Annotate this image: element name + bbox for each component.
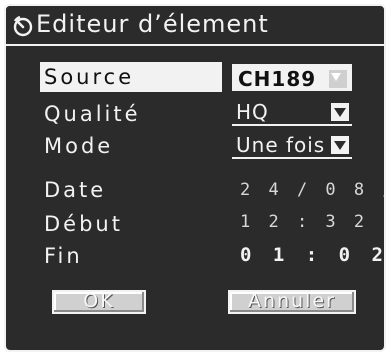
title-bar: Editeur d’élement	[6, 6, 384, 46]
start-label: Début	[44, 212, 123, 236]
date-label: Date	[44, 178, 107, 202]
end-label: Fin	[44, 244, 83, 268]
quality-value: HQ	[236, 100, 269, 124]
mode-select[interactable]: Une fois	[232, 132, 352, 159]
source-value: CH189	[238, 67, 317, 91]
chevron-down-icon[interactable]	[331, 103, 349, 121]
start-time-value[interactable]: 1 2 : 3 2	[240, 212, 368, 232]
chevron-down-icon[interactable]	[331, 136, 349, 154]
source-select[interactable]: CH189	[232, 64, 352, 91]
mode-value: Une fois	[236, 133, 326, 157]
date-value[interactable]: 2 4 / 0 8 / 0 4	[240, 180, 384, 200]
cancel-button[interactable]: Annuler	[228, 290, 356, 314]
dialog-title: Editeur d’élement	[36, 10, 269, 38]
quality-select[interactable]: HQ	[232, 99, 352, 126]
source-label[interactable]: Source	[40, 62, 222, 92]
quality-label: Qualité	[44, 102, 141, 126]
timer-icon	[12, 15, 34, 37]
end-time-value[interactable]: 0 1 : 0 2	[240, 244, 384, 266]
mode-label: Mode	[44, 134, 114, 158]
item-editor-dialog: Editeur d’élement Source CH189 Qualité H…	[4, 4, 386, 352]
chevron-down-icon[interactable]	[329, 70, 347, 88]
ok-button[interactable]: OK	[52, 290, 146, 314]
